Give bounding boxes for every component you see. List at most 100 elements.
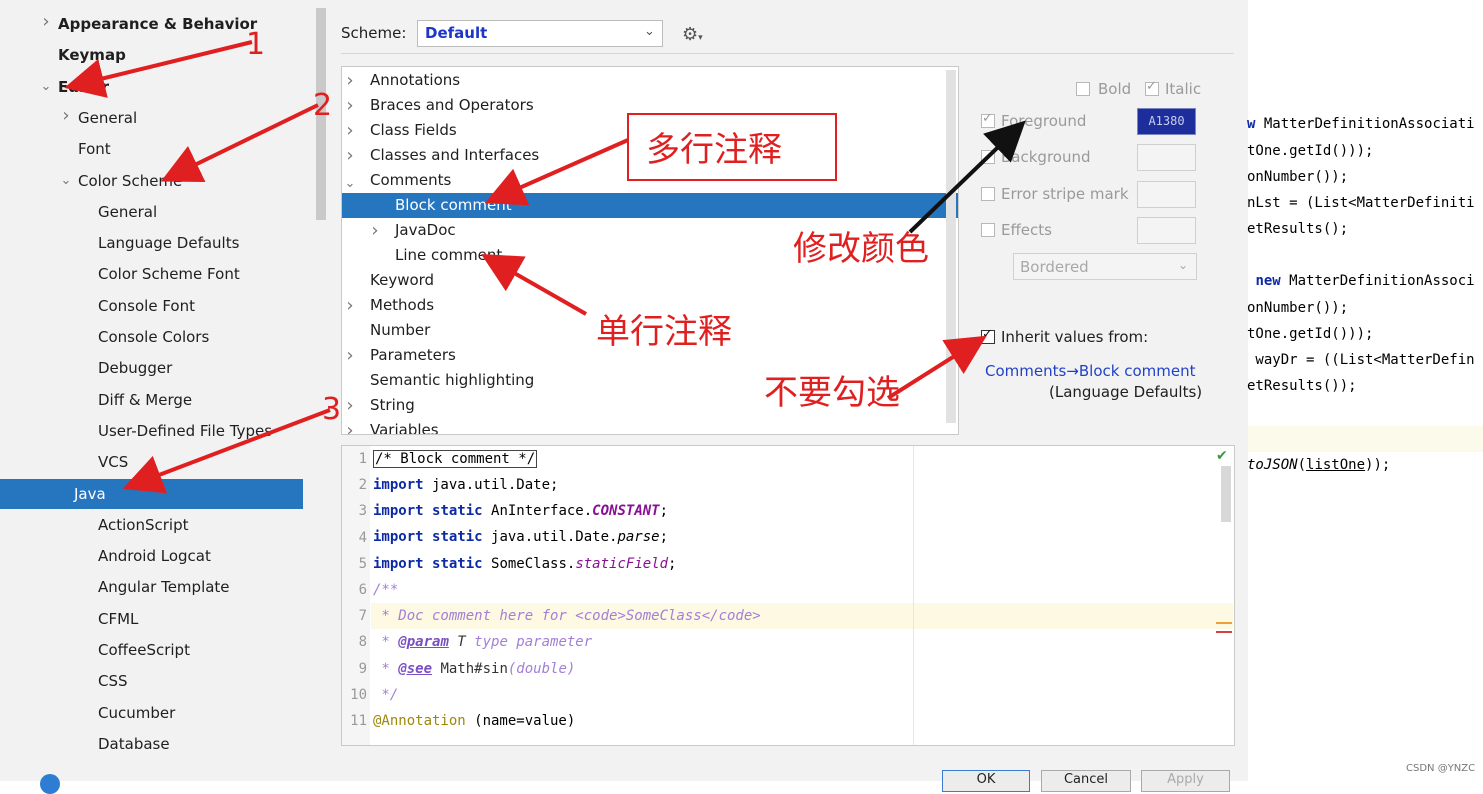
sidebar-item[interactable]: Debugger — [98, 353, 172, 383]
static-keyword: static — [432, 556, 483, 572]
effects-color-swatch[interactable] — [1137, 217, 1196, 244]
italic-checkbox[interactable] — [1145, 79, 1159, 96]
error-stripe-checkbox[interactable] — [981, 187, 995, 201]
sidebar-item[interactable]: VCS — [98, 447, 128, 477]
inherit-checkbox[interactable] — [981, 327, 995, 344]
effects-type-value[interactable]: Bordered — [1020, 258, 1089, 276]
chevron-right-icon[interactable]: › — [342, 343, 358, 368]
sidebar-item[interactable]: Android Logcat — [98, 541, 211, 571]
code-text: java.util.Date. — [482, 529, 618, 545]
category-label: Comments — [370, 171, 452, 189]
sidebar-item[interactable]: Language Defaults — [98, 228, 239, 258]
sidebar-item[interactable]: CoffeeScript — [98, 635, 190, 665]
annotation-number-3: 3 — [322, 392, 342, 427]
apply-button[interactable]: Apply — [1141, 770, 1230, 792]
sidebar-item[interactable]: Angular Template — [98, 572, 230, 602]
code-line-1: /* Block comment */ — [373, 450, 538, 468]
sidebar-item[interactable]: Database — [98, 729, 170, 759]
sidebar-item[interactable]: Java — [0, 478, 303, 509]
sidebar-item[interactable]: ActionScript — [98, 510, 188, 540]
scheme-value[interactable]: Default — [425, 24, 487, 42]
ok-button[interactable]: OK — [942, 770, 1030, 792]
sidebar-item[interactable]: Console Colors — [98, 322, 209, 352]
sidebar-item[interactable]: CSS — [98, 666, 128, 696]
help-icon[interactable] — [40, 774, 60, 794]
sidebar-item[interactable]: Color Scheme — [78, 166, 182, 196]
chevron-right-icon[interactable]: › — [342, 68, 358, 93]
category-item[interactable]: Class Fields — [342, 118, 457, 143]
line-number: 1 — [358, 451, 367, 467]
annotation-single-line: 单行注释 — [596, 312, 732, 352]
category-item[interactable]: Braces and Operators — [342, 93, 534, 118]
sidebar-item[interactable]: Keymap — [58, 40, 126, 70]
sidebar-item-label: Android Logcat — [98, 547, 211, 566]
sidebar-item[interactable]: User-Defined File Types — [98, 416, 272, 446]
background-checkbox[interactable] — [981, 150, 995, 164]
code-line-7: * Doc comment here for <code>SomeClass</… — [373, 608, 761, 624]
sidebar-item[interactable]: Editor — [58, 72, 109, 102]
sidebar-item[interactable]: Color Scheme Font — [98, 259, 240, 289]
category-scrollbar[interactable] — [946, 70, 956, 423]
category-item[interactable]: Comments — [342, 168, 451, 193]
bold-checkbox[interactable] — [1076, 82, 1090, 96]
chevron-right-icon[interactable]: › — [58, 105, 74, 126]
line-number: 10 — [350, 686, 367, 703]
sidebar-item[interactable]: General — [98, 197, 157, 227]
chevron-right-icon[interactable]: › — [342, 118, 358, 143]
sidebar-item[interactable]: CFML — [98, 604, 138, 634]
error-stripe-color-swatch[interactable] — [1137, 181, 1196, 208]
chevron-right-icon[interactable]: › — [342, 143, 358, 168]
doc-star: * — [373, 634, 399, 650]
category-item[interactable]: Parameters — [342, 343, 456, 368]
sidebar-item[interactable]: Diff & Merge — [98, 385, 192, 415]
effects-checkbox[interactable] — [981, 223, 995, 237]
bold-label: Bold — [1098, 80, 1132, 98]
category-item[interactable]: Annotations — [342, 68, 460, 93]
chevron-right-icon[interactable]: › — [342, 393, 358, 418]
doc-tag: @param — [398, 634, 449, 650]
sidebar-item[interactable]: Console Font — [98, 291, 195, 321]
import-keyword: import — [373, 477, 424, 493]
chevron-right-icon[interactable]: › — [342, 418, 358, 434]
chevron-right-icon[interactable]: › — [367, 218, 383, 243]
category-label: Annotations — [370, 71, 461, 89]
warning-stripe-mark[interactable] — [1216, 622, 1232, 624]
code-line-9: * @see Math#sin(double) — [373, 661, 575, 677]
category-item[interactable]: Keyword — [342, 268, 434, 293]
gear-icon[interactable]: ⚙▾ — [682, 24, 703, 45]
sidebar-item[interactable]: General — [78, 103, 137, 133]
right-margin-guide — [913, 446, 914, 745]
chevron-down-icon[interactable]: ⌄ — [644, 24, 655, 39]
background-code-line: tOne.getId())); — [1247, 326, 1374, 342]
sidebar-item-label: Database — [98, 734, 170, 753]
category-item[interactable]: Number — [342, 318, 430, 343]
sidebar-item[interactable]: Cucumber — [98, 698, 175, 728]
category-item[interactable]: Block comment — [342, 193, 958, 218]
foreground-checkbox[interactable] — [981, 111, 995, 128]
sidebar-item-label: Console Colors — [98, 328, 210, 346]
foreground-color-swatch[interactable]: A1380 — [1137, 108, 1196, 135]
error-stripe-mark[interactable] — [1216, 631, 1232, 633]
chevron-down-icon[interactable]: ⌄ — [58, 173, 74, 188]
annotation-token: @Annotation — [373, 713, 466, 729]
sidebar-item[interactable]: Font — [78, 134, 111, 164]
chevron-right-icon[interactable]: › — [342, 93, 358, 118]
chevron-right-icon[interactable]: › — [342, 293, 358, 318]
category-label: Line comment — [395, 246, 503, 264]
cancel-button[interactable]: Cancel — [1041, 770, 1131, 792]
chevron-down-icon[interactable]: ⌄ — [38, 79, 54, 94]
category-label: Classes and Interfaces — [370, 146, 540, 164]
category-item[interactable]: Line comment — [342, 243, 502, 268]
inspection-ok-icon: ✔ — [1216, 448, 1228, 464]
code-line-3: import static AnInterface.CONSTANT; — [373, 503, 668, 519]
chevron-right-icon[interactable]: › — [38, 11, 54, 32]
category-item[interactable]: JavaDoc — [342, 218, 456, 243]
inherit-link[interactable]: Comments→Block comment — [985, 362, 1195, 380]
category-item[interactable]: Semantic highlighting — [342, 368, 534, 393]
category-item[interactable]: Classes and Interfaces — [342, 143, 539, 168]
sidebar-item[interactable]: Appearance & Behavior — [58, 9, 257, 39]
preview-scrollbar[interactable] — [1221, 466, 1231, 522]
background-color-swatch[interactable] — [1137, 144, 1196, 171]
line-number: 2 — [358, 477, 367, 494]
chevron-down-icon[interactable]: ⌄ — [1178, 258, 1188, 272]
